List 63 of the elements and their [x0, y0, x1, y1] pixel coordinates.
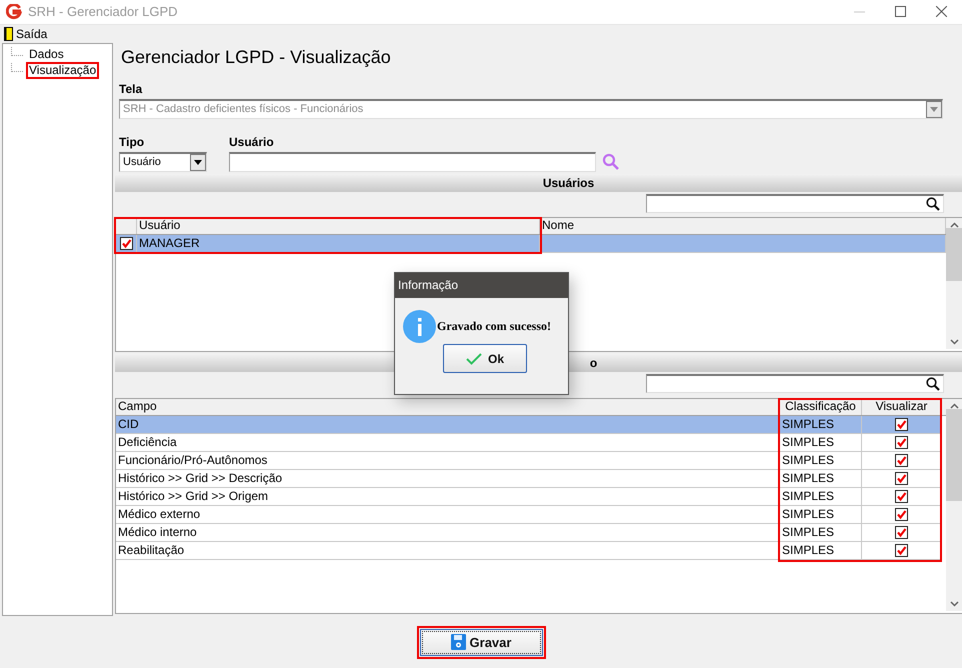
field-label: Usuário: [229, 134, 275, 149]
scroll-down-icon[interactable]: [950, 338, 958, 345]
table-cell: Funcionário/Pró-Autônomos: [116, 452, 780, 469]
type-dropdown[interactable]: Usuário: [119, 152, 207, 172]
table-cell: SIMPLES: [780, 416, 862, 433]
scrollbar[interactable]: [946, 398, 962, 611]
search-icon[interactable]: [926, 376, 940, 391]
field-label: Tela: [119, 82, 144, 96]
ok-button[interactable]: Ok: [443, 344, 527, 373]
checkbox[interactable]: [895, 544, 908, 557]
checkbox[interactable]: [895, 418, 908, 431]
dialog-message: Gravado com sucesso!: [437, 319, 551, 334]
table-cell: Histórico >> Grid >> Descrição: [116, 470, 780, 487]
door-icon: [4, 26, 13, 41]
checkbox[interactable]: [120, 236, 132, 250]
dialog-title: Informação: [395, 273, 568, 298]
logo-icon: [6, 4, 22, 20]
search-field[interactable]: [646, 374, 944, 393]
table-cell: SIMPLES: [780, 470, 862, 487]
maximize-icon[interactable]: [895, 6, 906, 18]
table-cell: SIMPLES: [780, 524, 862, 541]
checkbox[interactable]: [895, 472, 908, 485]
scroll-down-icon[interactable]: [950, 600, 958, 607]
table-cell: Reabilitação: [116, 542, 780, 559]
user-field[interactable]: [229, 152, 596, 172]
field-label: Tipo: [119, 134, 146, 149]
tree-item[interactable]: Dados: [26, 46, 67, 64]
column-header[interactable]: Visualizar: [862, 398, 942, 415]
table-cell: SIMPLES: [780, 542, 862, 559]
table-cell: Médico externo: [116, 506, 780, 523]
scroll-up-icon[interactable]: [950, 222, 958, 228]
column-header[interactable]: Campo: [116, 398, 780, 415]
window-title: SRH - Gerenciador LGPD: [28, 4, 179, 20]
checkbox[interactable]: [895, 454, 908, 467]
scroll-up-icon[interactable]: [950, 402, 958, 409]
checkbox[interactable]: [895, 436, 908, 449]
search-icon[interactable]: [926, 196, 940, 211]
search-field[interactable]: [646, 194, 944, 213]
table-cell: Médico interno: [116, 524, 780, 541]
table-cell: SIMPLES: [780, 488, 862, 505]
checkbox[interactable]: [895, 526, 908, 539]
section-header: o: [590, 356, 598, 370]
menu-item[interactable]: Saída: [16, 26, 48, 41]
caret-icon[interactable]: [194, 160, 202, 165]
save-button[interactable]: Gravar: [420, 628, 542, 656]
column-header[interactable]: Usuário: [137, 218, 540, 234]
check-icon: [466, 352, 482, 364]
table-cell: SIMPLES: [780, 506, 862, 523]
table-cell: SIMPLES: [780, 434, 862, 451]
close-icon[interactable]: [936, 6, 947, 18]
scrollbar[interactable]: [946, 218, 962, 349]
info-icon: [403, 310, 436, 343]
table-cell: Deficiência: [116, 434, 780, 451]
tree-item[interactable]: Visualização: [26, 62, 100, 80]
table-cell: CID: [116, 416, 780, 433]
section-header: Usuários: [542, 176, 594, 190]
table-cell: SIMPLES: [780, 452, 862, 469]
column-header[interactable]: Classificação: [780, 398, 862, 415]
table-cell: MANAGER: [137, 234, 540, 252]
checkbox[interactable]: [895, 490, 908, 503]
checkbox[interactable]: [895, 508, 908, 521]
page-heading: Gerenciador LGPD - Visualização: [121, 46, 392, 69]
table-cell: Histórico >> Grid >> Origem: [116, 488, 780, 505]
